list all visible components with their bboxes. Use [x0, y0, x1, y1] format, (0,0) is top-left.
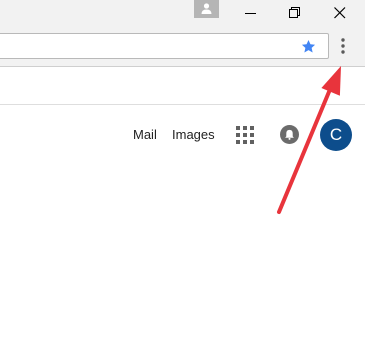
star-icon[interactable] — [301, 39, 316, 54]
close-icon — [334, 7, 346, 19]
bell-icon — [285, 129, 294, 140]
close-button[interactable] — [318, 0, 362, 27]
images-link[interactable]: Images — [172, 127, 215, 143]
minimize-icon — [245, 13, 256, 14]
notifications-button[interactable] — [280, 125, 299, 144]
bookmarks-bar — [0, 67, 365, 105]
minimize-button[interactable] — [229, 0, 273, 27]
restore-icon — [289, 7, 300, 18]
browser-toolbar — [0, 27, 365, 67]
grid-apps-icon[interactable] — [236, 126, 254, 144]
profile-button[interactable] — [194, 0, 219, 18]
account-avatar[interactable]: C — [320, 119, 352, 151]
address-bar[interactable] — [0, 33, 329, 59]
vertical-dots-icon[interactable] — [341, 38, 345, 54]
window-titlebar — [0, 0, 365, 27]
person-icon — [201, 3, 212, 14]
mail-link[interactable]: Mail — [133, 127, 157, 143]
restore-button[interactable] — [273, 0, 317, 27]
